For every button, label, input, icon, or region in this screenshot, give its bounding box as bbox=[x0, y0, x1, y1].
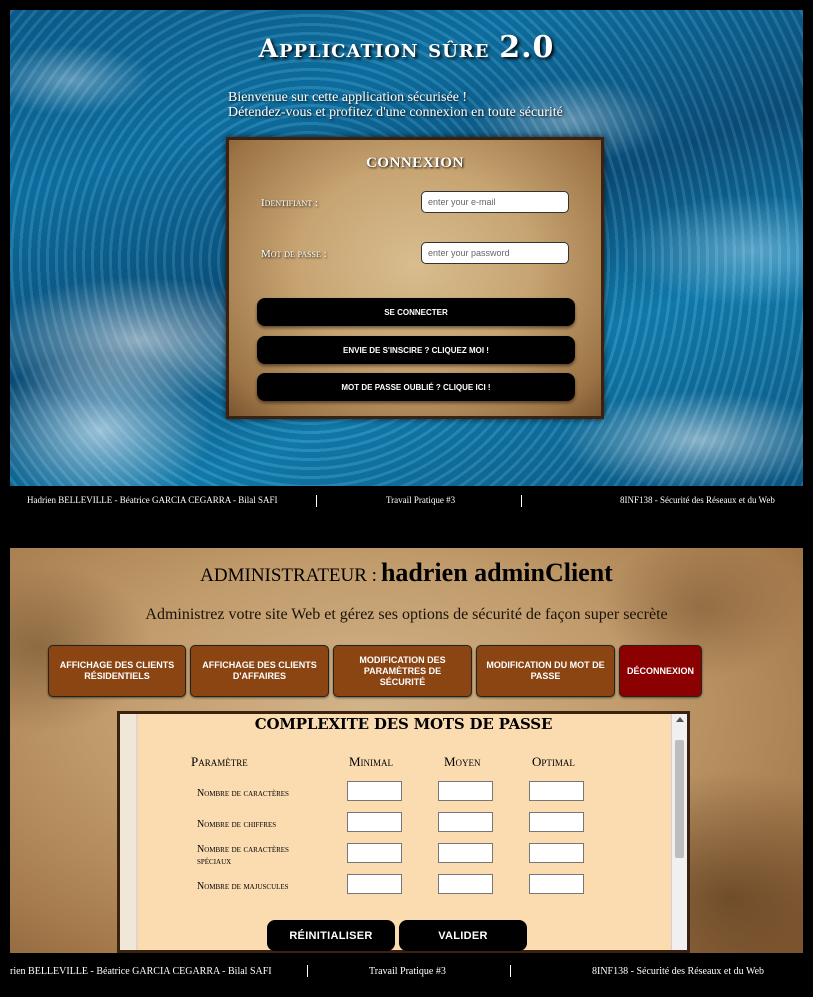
nav-business-clients-button[interactable]: Affichage des clients d'affaires bbox=[190, 645, 329, 697]
panel-left-strip bbox=[120, 714, 138, 950]
column-header-parameter: Paramètre bbox=[191, 754, 248, 769]
digits-optimal-input[interactable] bbox=[529, 812, 584, 832]
row-label-special-characters: Nombre de caractères spéciaux bbox=[197, 844, 289, 867]
scrollbar-thumb[interactable] bbox=[675, 740, 684, 858]
app-title-version: 2.0 bbox=[499, 30, 555, 65]
characters-medium-input[interactable] bbox=[438, 781, 493, 801]
uppercase-optimal-input[interactable] bbox=[529, 874, 584, 894]
footer-authors: Hadrien BELLEVILLE - Béatrice GARCIA CEG… bbox=[27, 495, 278, 505]
password-input[interactable] bbox=[421, 242, 569, 264]
footer-divider bbox=[316, 495, 317, 507]
login-card: CONNEXION Identifiant : Mot de passe : S… bbox=[226, 137, 604, 419]
footer-divider bbox=[521, 495, 522, 507]
row-label-uppercase: Nombre de majuscules bbox=[197, 881, 289, 892]
nav-change-password-button[interactable]: Modification du mot de passe bbox=[476, 645, 615, 697]
app-title-main: Application sûre bbox=[258, 34, 490, 63]
characters-minimal-input[interactable] bbox=[347, 781, 402, 801]
welcome-line-1: Bienvenue sur cette application sécurisé… bbox=[228, 90, 468, 105]
panel-scrollbar[interactable] bbox=[671, 714, 687, 950]
column-header-optimal: Optimal bbox=[532, 754, 575, 769]
login-title: CONNEXION bbox=[366, 155, 464, 171]
forgot-password-button[interactable]: Mot de passe oublié ? Clique ici ! bbox=[257, 373, 575, 401]
app-title: Application sûre 2.0 bbox=[0, 30, 813, 65]
email-input[interactable] bbox=[421, 191, 569, 213]
footer-authors: rien BELLEVILLE - Béatrice GARCIA CEGARR… bbox=[10, 966, 272, 977]
special-medium-input[interactable] bbox=[438, 843, 493, 863]
footer-assignment: Travail Pratique #3 bbox=[369, 966, 446, 977]
admin-role-label: ADMINISTRATEUR : bbox=[200, 565, 377, 586]
footer-course: 8INF138 - Sécurité des Réseaux et du Web bbox=[592, 966, 765, 977]
password-label: Mot de passe : bbox=[261, 248, 327, 260]
special-minimal-input[interactable] bbox=[347, 843, 402, 863]
row-label-characters: Nombre de caractères bbox=[197, 788, 289, 799]
nav-security-settings-button[interactable]: Modification des paramètres de sécurité bbox=[333, 645, 472, 697]
row-label-digits: Nombre de chiffres bbox=[197, 819, 277, 830]
admin-username: hadrien adminClient bbox=[380, 558, 613, 587]
welcome-line-2: Détendez-vous et profitez d'une connexio… bbox=[228, 105, 563, 120]
special-optimal-input[interactable] bbox=[529, 843, 584, 863]
footer-bottom: rien BELLEVILLE - Béatrice GARCIA CEGARR… bbox=[0, 953, 813, 997]
uppercase-minimal-input[interactable] bbox=[347, 874, 402, 894]
digits-minimal-input[interactable] bbox=[347, 812, 402, 832]
connect-button[interactable]: Se connecter bbox=[257, 298, 575, 326]
characters-optimal-input[interactable] bbox=[529, 781, 584, 801]
digits-medium-input[interactable] bbox=[438, 812, 493, 832]
footer-divider bbox=[510, 965, 511, 977]
footer-course: 8INF138 - Sécurité des Réseaux et du Web bbox=[620, 495, 775, 505]
submit-button[interactable]: Valider bbox=[399, 920, 527, 951]
welcome-text: Bienvenue sur cette application sécurisé… bbox=[228, 90, 563, 120]
admin-heading: ADMINISTRATEUR : hadrien adminClient bbox=[0, 558, 813, 588]
nav-residential-clients-button[interactable]: Affichage des clients résidentiels bbox=[48, 645, 186, 697]
logout-button[interactable]: Déconnexion bbox=[619, 645, 702, 697]
password-complexity-panel: COMPLEXITE DES MOTS DE PASSE Paramètre M… bbox=[117, 711, 690, 953]
admin-subtitle: Administrez votre site Web et gérez ses … bbox=[145, 606, 668, 623]
uppercase-medium-input[interactable] bbox=[438, 874, 493, 894]
column-header-medium: Moyen bbox=[444, 754, 481, 769]
reset-button[interactable]: Réinitialiser bbox=[267, 920, 395, 951]
footer-divider bbox=[307, 965, 308, 977]
footer-top: Hadrien BELLEVILLE - Béatrice GARCIA CEG… bbox=[0, 486, 813, 516]
register-button[interactable]: Envie de s'inscire ? Cliquez moi ! bbox=[257, 336, 575, 364]
column-header-minimal: Minimal bbox=[349, 754, 394, 769]
panel-title: COMPLEXITE DES MOTS DE PASSE bbox=[254, 715, 553, 733]
footer-assignment: Travail Pratique #3 bbox=[386, 495, 456, 505]
identifier-label: Identifiant : bbox=[261, 197, 319, 209]
